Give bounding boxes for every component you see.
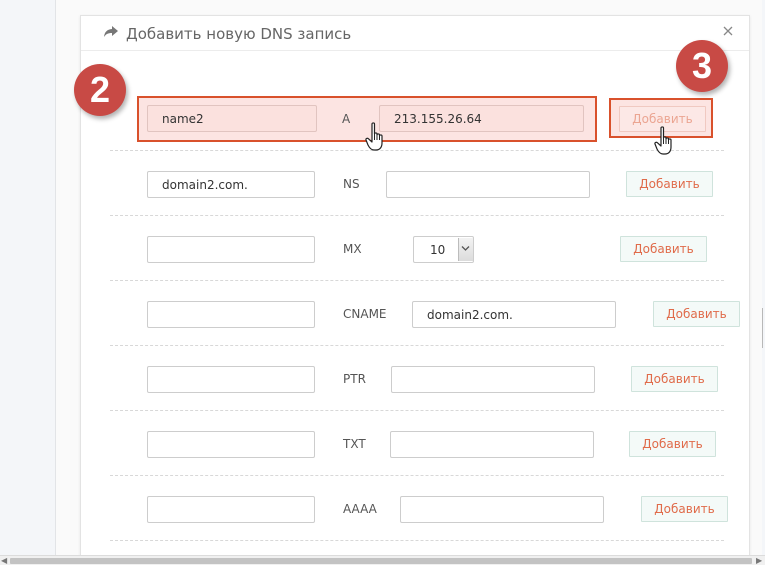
hand-cursor-icon — [365, 122, 383, 151]
cname-name-input[interactable] — [147, 301, 315, 328]
select-dropdown-button[interactable] — [458, 238, 473, 261]
aaaa-name-input[interactable] — [147, 496, 315, 523]
dns-row-mx: MX 10 Добавить — [110, 216, 724, 281]
ns-value-input[interactable] — [386, 171, 590, 198]
dns-row-cname: CNAME Добавить — [110, 281, 740, 346]
horizontal-scrollbar[interactable]: ◀ ▶ — [0, 555, 765, 565]
mx-priority-select[interactable]: 10 — [413, 236, 474, 263]
record-type-label: A — [342, 112, 351, 126]
add-cname-button[interactable]: Добавить — [653, 301, 740, 327]
right-scroll-mark — [762, 308, 763, 348]
dialog-header: Добавить новую DNS запись — [81, 16, 749, 51]
scrollbar-thumb[interactable] — [10, 558, 752, 564]
cname-value-input[interactable] — [412, 301, 616, 328]
scroll-left-arrow-icon[interactable]: ◀ — [1, 557, 7, 565]
record-type-label: PTR — [343, 372, 366, 386]
add-mx-button[interactable]: Добавить — [620, 236, 707, 262]
mx-name-input[interactable] — [147, 236, 315, 263]
step-3-badge: 3 — [676, 40, 728, 92]
txt-value-input[interactable] — [390, 431, 594, 458]
add-aaaa-button[interactable]: Добавить — [641, 496, 728, 522]
add-ns-button[interactable]: Добавить — [626, 171, 713, 197]
record-type-label: CNAME — [343, 307, 387, 321]
ptr-value-input[interactable] — [391, 366, 595, 393]
record-type-label: MX — [343, 242, 362, 256]
record-type-label: TXT — [343, 437, 366, 451]
a-value-input[interactable] — [379, 105, 584, 132]
ptr-name-input[interactable] — [147, 366, 315, 393]
dialog-title: Добавить новую DNS запись — [126, 25, 352, 43]
chevron-down-icon — [461, 246, 470, 251]
close-icon[interactable] — [721, 24, 735, 38]
add-txt-button[interactable]: Добавить — [629, 431, 716, 457]
dns-row-ptr: PTR Добавить — [110, 346, 724, 411]
txt-name-input[interactable] — [147, 431, 315, 458]
aaaa-value-input[interactable] — [400, 496, 604, 523]
add-ptr-button[interactable]: Добавить — [631, 366, 718, 392]
scroll-right-arrow-icon[interactable]: ▶ — [756, 557, 762, 565]
ns-name-input[interactable] — [147, 171, 315, 198]
step-2-badge: 2 — [74, 64, 126, 116]
dns-row-txt: TXT Добавить — [110, 411, 724, 476]
share-arrow-icon — [104, 26, 118, 37]
mx-priority-value: 10 — [430, 243, 446, 257]
dns-row-ns: NS Добавить — [110, 151, 724, 216]
left-sidebar-strip — [0, 0, 56, 555]
a-name-input[interactable] — [147, 105, 317, 132]
record-type-label: NS — [343, 177, 360, 191]
hand-cursor-icon — [654, 126, 672, 155]
record-type-label: AAAA — [343, 502, 377, 516]
dns-row-aaaa: AAAA Добавить — [110, 476, 728, 541]
